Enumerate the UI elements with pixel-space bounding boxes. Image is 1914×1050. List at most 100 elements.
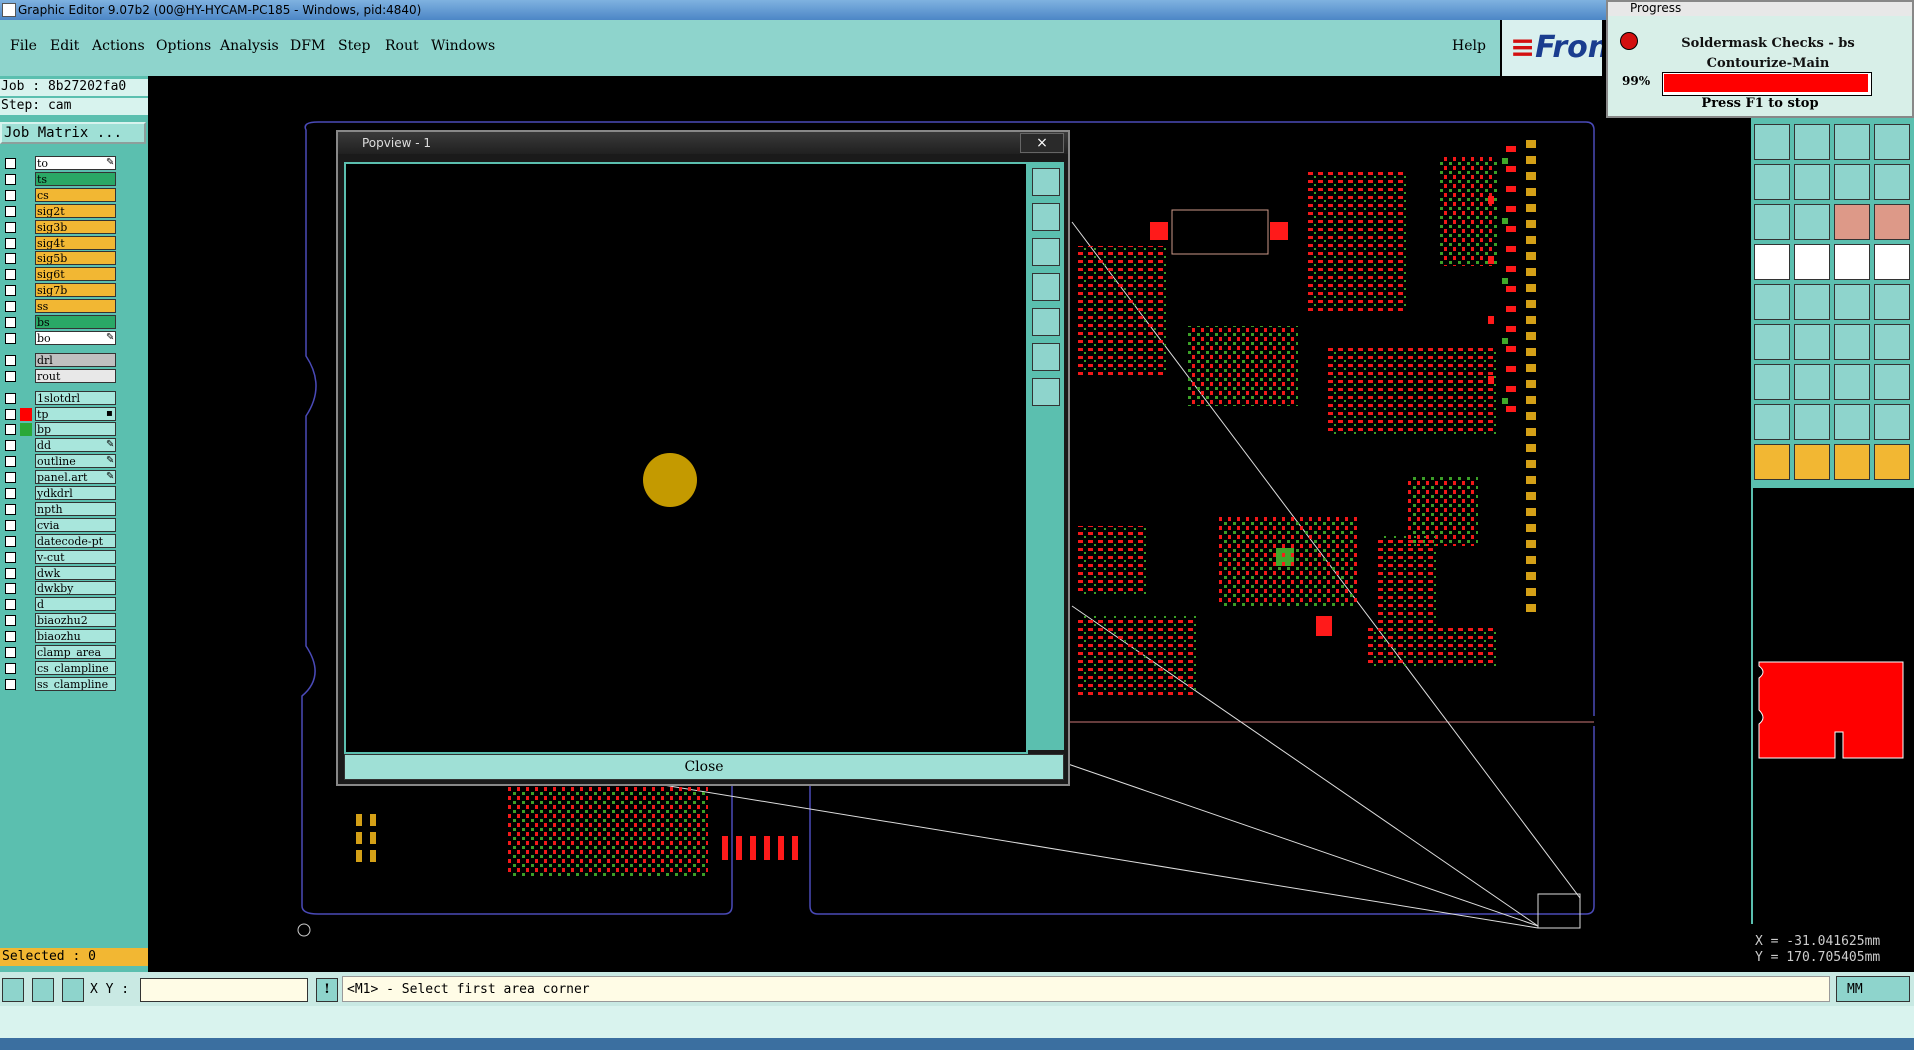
- menu-actions[interactable]: Actions: [92, 38, 145, 54]
- layer-checkbox[interactable]: [5, 503, 16, 515]
- layer-row-to[interactable]: to ✎: [0, 156, 148, 171]
- arc-icon[interactable]: [1834, 324, 1870, 360]
- layer-name[interactable]: panel.art: [35, 470, 116, 485]
- layer-name[interactable]: clamp_area: [35, 645, 116, 659]
- scale-one-icon[interactable]: [1834, 164, 1870, 200]
- layer-checkbox[interactable]: [5, 599, 16, 611]
- zoom-fit-icon[interactable]: [1032, 378, 1060, 406]
- layer-checkbox[interactable]: [5, 519, 16, 531]
- zoom-window-icon[interactable]: [1032, 168, 1060, 196]
- layer-name[interactable]: ss_clampline: [35, 676, 116, 691]
- layer-checkbox[interactable]: [5, 440, 16, 452]
- connect-icon[interactable]: [1834, 284, 1870, 320]
- layer-color-swatch[interactable]: [20, 423, 32, 437]
- layer-row-bp[interactable]: bp: [0, 422, 148, 437]
- layer-row-drl[interactable]: drl: [0, 352, 148, 368]
- pan-icon[interactable]: [1794, 164, 1830, 200]
- zoom-home-icon[interactable]: [1032, 343, 1060, 371]
- polygon-icon[interactable]: [1754, 404, 1790, 440]
- layer-name[interactable]: drl: [35, 352, 116, 367]
- layer-row-dwkby[interactable]: dwkby: [0, 581, 148, 596]
- layer-checkbox[interactable]: [5, 158, 16, 169]
- zoom-home-icon[interactable]: [1754, 164, 1790, 200]
- layer-checkbox[interactable]: [5, 488, 16, 499]
- layer-row-bs[interactable]: bs: [0, 315, 148, 330]
- outline-icon[interactable]: [1874, 404, 1910, 440]
- layer-checkbox[interactable]: [5, 535, 16, 547]
- select-pointer-icon[interactable]: [1754, 444, 1790, 480]
- menu-windows[interactable]: Windows: [431, 38, 495, 54]
- layer-checkbox[interactable]: [5, 647, 16, 658]
- layer-name[interactable]: bp: [35, 422, 116, 437]
- zoom-out-icon[interactable]: [1032, 238, 1060, 266]
- layer-checkbox[interactable]: [5, 615, 16, 627]
- layer-row-cs-clampline[interactable]: cs_clampline: [0, 660, 148, 676]
- layer-name[interactable]: ts: [35, 171, 116, 186]
- xy-input[interactable]: [140, 978, 308, 1002]
- fill-display-icon[interactable]: [1874, 204, 1910, 240]
- layer-name[interactable]: dwk: [35, 565, 116, 580]
- layer-checkbox[interactable]: [5, 392, 16, 404]
- menu-help[interactable]: Help: [1452, 38, 1486, 54]
- layer-checkbox[interactable]: [5, 317, 16, 328]
- layer-name[interactable]: cs: [35, 187, 116, 202]
- layer-row-sig2t[interactable]: sig2t: [0, 203, 148, 219]
- popview-close-x-button[interactable]: ×: [1020, 133, 1064, 153]
- layer-row-outline[interactable]: outline ✎: [0, 454, 148, 469]
- zoom-window-icon[interactable]: [1834, 124, 1870, 160]
- select-pointer-alt-icon[interactable]: [1794, 444, 1830, 480]
- layer-checkbox[interactable]: [5, 472, 16, 484]
- layer-checkbox[interactable]: [5, 583, 16, 595]
- grid-icon[interactable]: [1794, 204, 1830, 240]
- measure-ruler-icon[interactable]: [1834, 244, 1870, 280]
- popview-canvas[interactable]: [344, 162, 1028, 754]
- transform-icon[interactable]: [1874, 364, 1910, 400]
- layer-checkbox[interactable]: [5, 567, 16, 579]
- menu-edit[interactable]: Edit: [50, 38, 79, 54]
- copy-icon[interactable]: [1754, 364, 1790, 400]
- pan-left-icon[interactable]: [1032, 273, 1060, 301]
- layer-checkbox[interactable]: [5, 301, 16, 313]
- layer-name[interactable]: ydkdrl: [35, 486, 116, 500]
- layer-name[interactable]: npth: [35, 501, 116, 516]
- layer-checkbox[interactable]: [5, 551, 16, 563]
- layer-name[interactable]: rout: [35, 368, 116, 383]
- zoom-previous-icon[interactable]: [1874, 124, 1910, 160]
- layer-checkbox[interactable]: [5, 173, 16, 185]
- layer-row-clamp-area[interactable]: clamp_area: [0, 645, 148, 660]
- layer-row-npth[interactable]: npth: [0, 501, 148, 517]
- layer-row-d[interactable]: d: [0, 597, 148, 612]
- zoom-in-icon[interactable]: [1754, 124, 1790, 160]
- layer-checkbox[interactable]: [5, 662, 16, 674]
- add-circle-icon[interactable]: [1874, 244, 1910, 280]
- layer-row-v-cut[interactable]: v-cut: [0, 549, 148, 565]
- layer-row-sig5b[interactable]: sig5b: [0, 251, 148, 266]
- layer-name[interactable]: d: [35, 597, 116, 612]
- popview-close-button[interactable]: Close: [344, 754, 1064, 780]
- node-move-icon[interactable]: [1754, 284, 1790, 320]
- popview-titlebar[interactable]: Popview - 1 ×: [338, 132, 1068, 154]
- layer-checkbox[interactable]: [5, 269, 16, 281]
- zoom-in-icon[interactable]: [1032, 203, 1060, 231]
- select-pointer-touch-icon[interactable]: [1834, 444, 1870, 480]
- layer-name[interactable]: outline: [35, 454, 116, 469]
- layer-row-1slotdrl[interactable]: 1slotdrl: [0, 390, 148, 406]
- layer-row-dd[interactable]: dd ✎: [0, 438, 148, 453]
- layers-display-icon[interactable]: [1834, 204, 1870, 240]
- stop-icon[interactable]: [1620, 32, 1638, 50]
- layer-name[interactable]: biaozhu: [35, 629, 116, 644]
- layer-checkbox[interactable]: [5, 205, 16, 217]
- layer-name[interactable]: cvia: [35, 517, 116, 532]
- layer-row-biaozhu[interactable]: biaozhu: [0, 629, 148, 644]
- add-line-icon[interactable]: [1794, 244, 1830, 280]
- slant-line-icon[interactable]: [1794, 324, 1830, 360]
- layer-checkbox[interactable]: [5, 221, 16, 233]
- popview-window[interactable]: Popview - 1 × Close: [336, 130, 1070, 786]
- line-draw-icon[interactable]: [1754, 324, 1790, 360]
- grid-tool-icon[interactable]: [62, 978, 84, 1002]
- layer-row-sig3b[interactable]: sig3b: [0, 219, 148, 235]
- layer-name[interactable]: sig5b: [35, 251, 116, 266]
- layer-name[interactable]: dd: [35, 438, 116, 453]
- layer-name[interactable]: biaozhu2: [35, 613, 116, 628]
- layer-checkbox[interactable]: [5, 631, 16, 643]
